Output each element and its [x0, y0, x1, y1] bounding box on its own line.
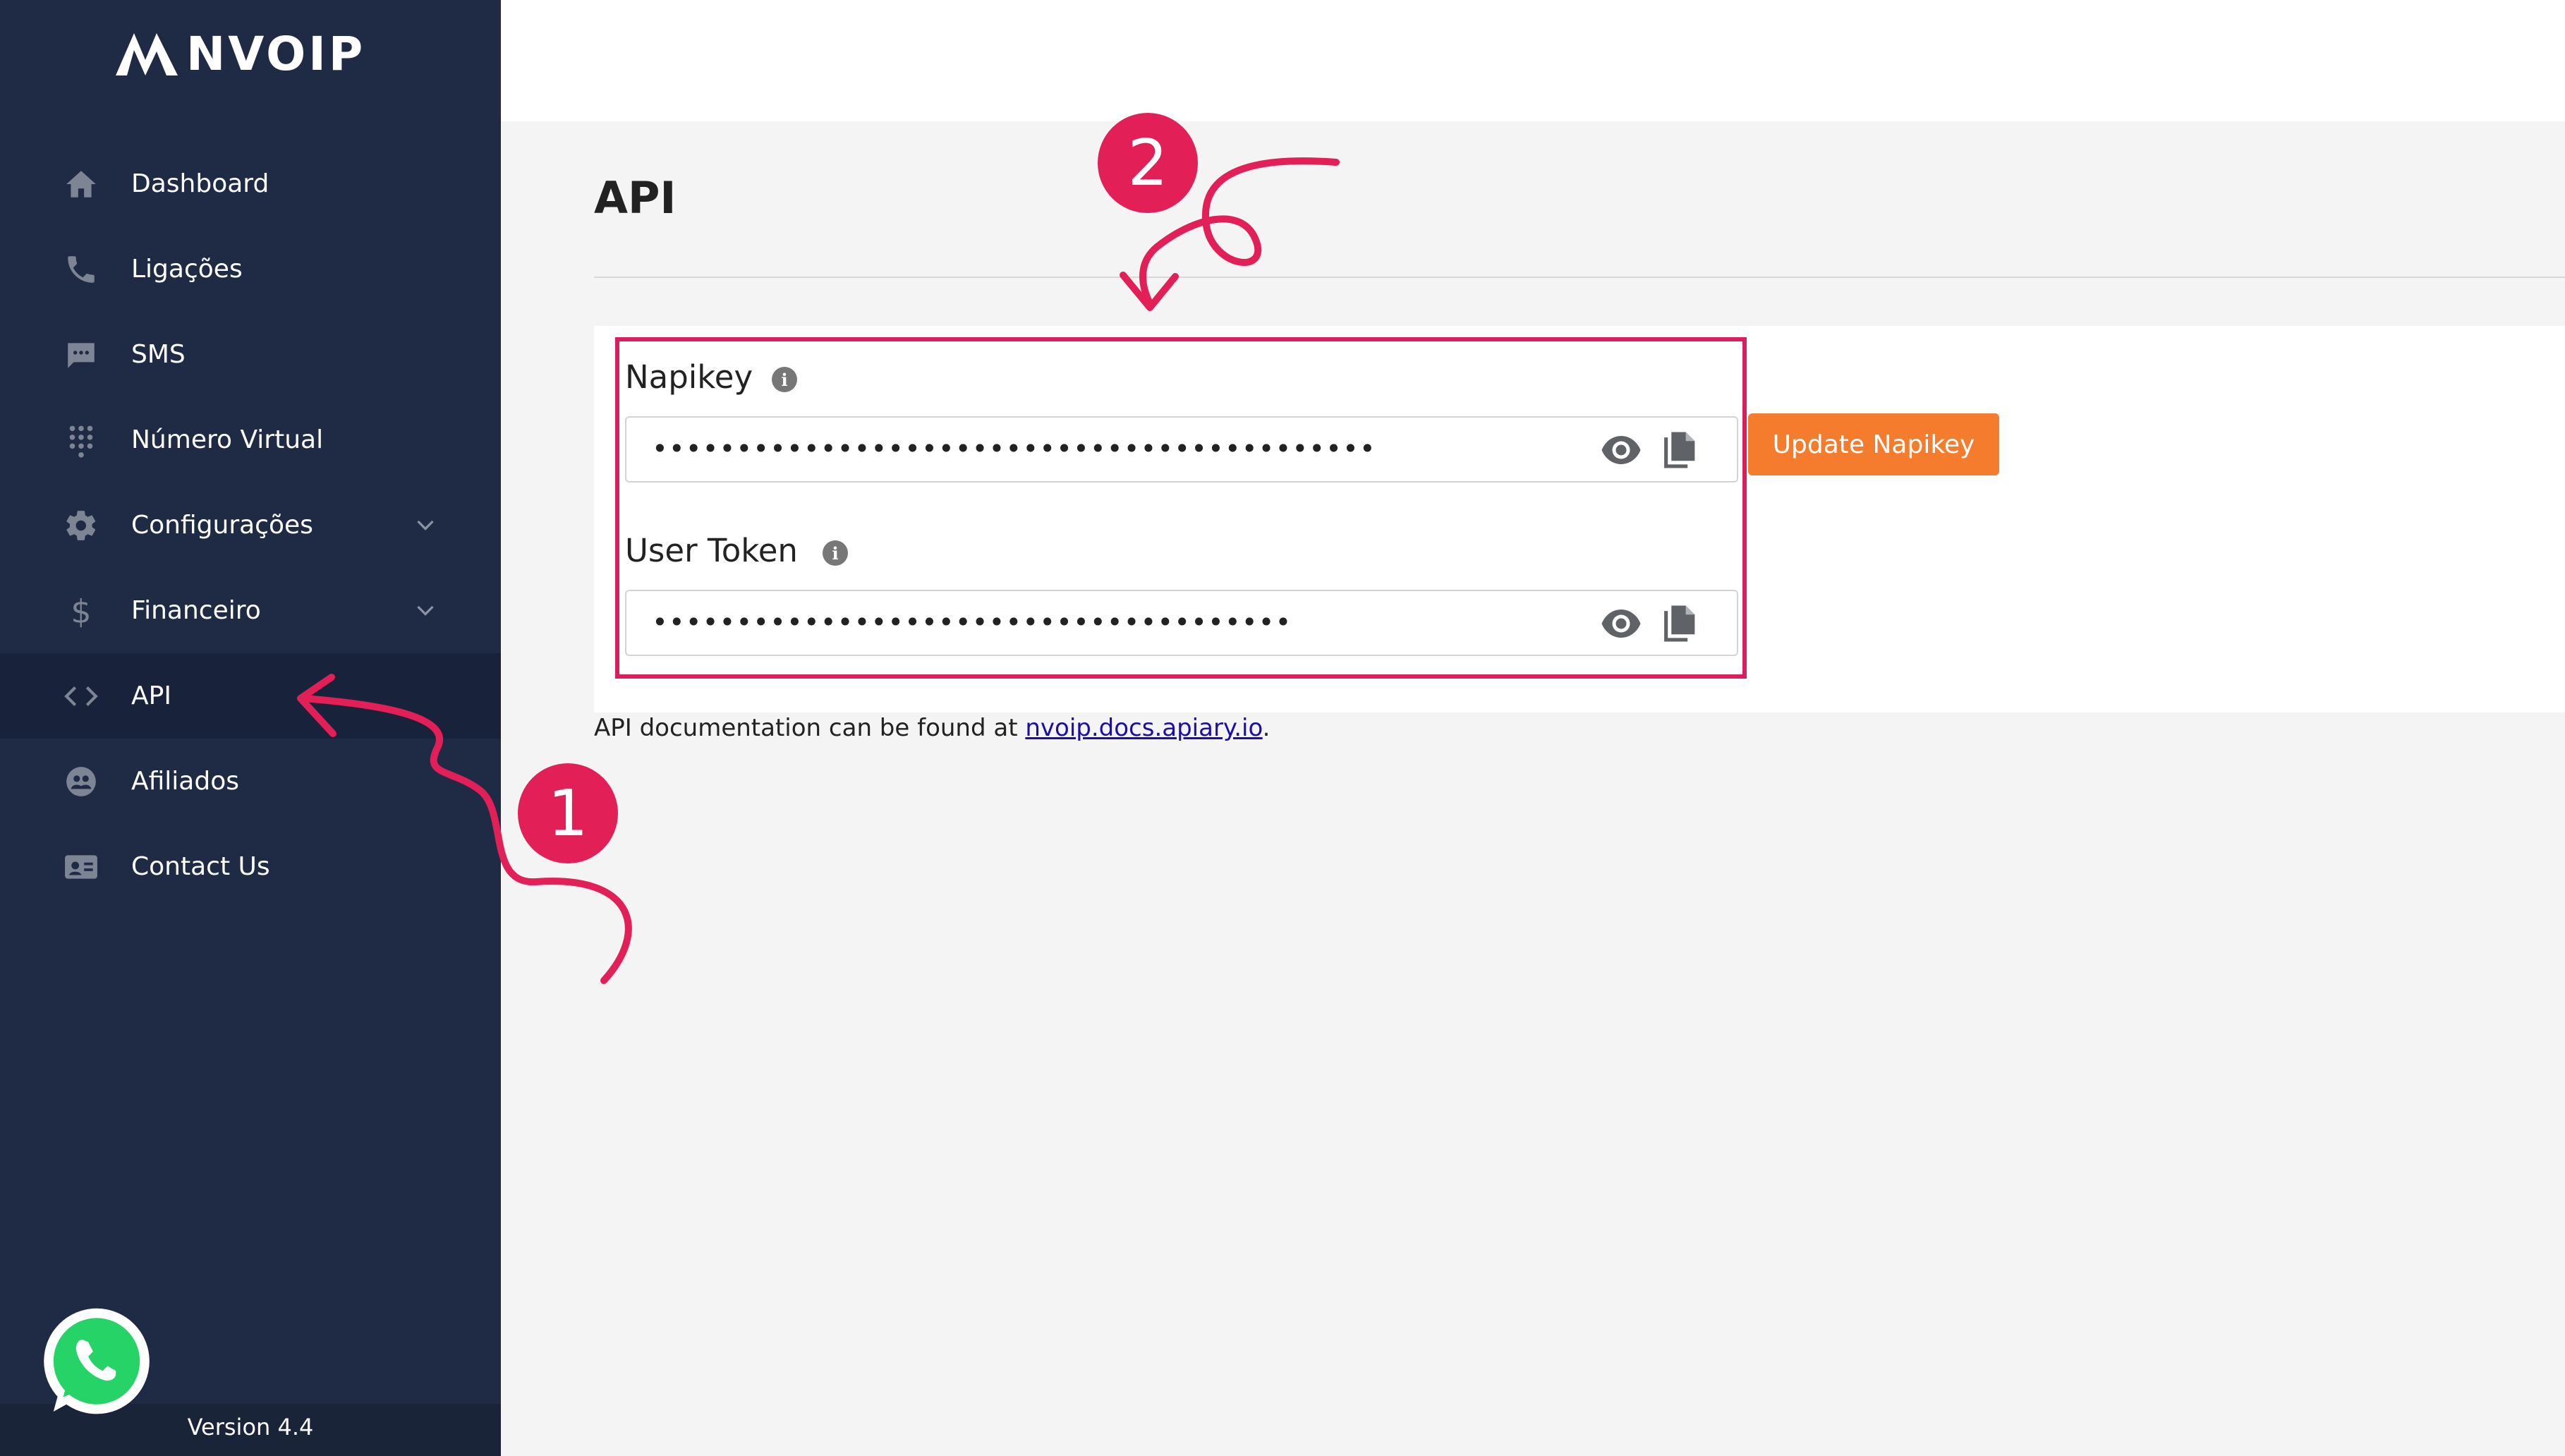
annotation-badge-2: 2	[1098, 113, 1198, 213]
show-napikey-eye-icon[interactable]	[1600, 433, 1642, 467]
napikey-masked-value: ••••••••••••••••••••••••••••••••••••••••…	[652, 433, 1376, 464]
sidebar-item-numero-virtual[interactable]: Número Virtual	[0, 397, 501, 483]
user-token-label: User Token	[625, 532, 798, 569]
chevron-down-icon[interactable]	[408, 593, 443, 629]
napikey-field[interactable]: ••••••••••••••••••••••••••••••••••••••••…	[625, 416, 1738, 483]
chevron-down-icon[interactable]	[408, 508, 443, 543]
home-icon	[62, 165, 100, 203]
user-token-field[interactable]: ••••••••••••••••••••••••••••••••••••••	[625, 590, 1738, 656]
napikey-info-icon[interactable]: i	[772, 367, 797, 392]
copy-napikey-icon[interactable]	[1662, 430, 1699, 470]
affiliates-icon	[62, 763, 100, 801]
annotation-badge-1: 1	[518, 763, 618, 863]
sidebar-item-label: SMS	[131, 340, 186, 369]
update-napikey-button[interactable]: Update Napikey	[1748, 413, 1999, 475]
napikey-label: Napikey	[625, 358, 753, 396]
sidebar-item-contact-us[interactable]: Contact Us	[0, 824, 501, 909]
sidebar-item-sms[interactable]: SMS	[0, 312, 501, 397]
api-documentation-note: API documentation can be found at nvoip.…	[594, 714, 1270, 742]
logo-text: NVOIP	[186, 26, 366, 81]
code-icon	[62, 677, 100, 715]
page-title: API	[594, 172, 677, 224]
nvoip-logo[interactable]: NVOIP	[113, 25, 395, 82]
sidebar-item-label: Configurações	[131, 511, 313, 540]
phone-icon	[62, 250, 100, 289]
title-divider	[594, 277, 2565, 278]
nvoip-logo-icon	[116, 33, 178, 75]
sidebar-item-label: Número Virtual	[131, 425, 324, 454]
dollar-icon: $	[62, 592, 100, 630]
annotation-arrow-2-head	[1120, 272, 1179, 311]
copy-user-token-icon[interactable]	[1662, 604, 1699, 643]
api-docs-link[interactable]: nvoip.docs.apiary.io	[1025, 714, 1262, 742]
sidebar-item-configuracoes[interactable]: Configurações	[0, 483, 501, 568]
top-bar	[501, 0, 2565, 121]
svg-text:$: $	[71, 593, 91, 629]
sidebar-item-label: API	[131, 681, 171, 710]
doc-suffix: .	[1262, 714, 1271, 742]
sidebar-item-afiliados[interactable]: Afiliados	[0, 739, 501, 824]
sidebar: NVOIP Dashboard Ligações SMS Número Virt…	[0, 0, 501, 1456]
chat-icon	[62, 336, 100, 374]
doc-prefix: API documentation can be found at	[594, 714, 1026, 742]
sidebar-item-label: Afiliados	[131, 767, 239, 796]
sidebar-item-label: Contact Us	[131, 852, 270, 881]
whatsapp-icon[interactable]	[37, 1304, 157, 1424]
show-user-token-eye-icon[interactable]	[1600, 607, 1642, 641]
sidebar-item-financeiro[interactable]: $ Financeiro	[0, 568, 501, 653]
sidebar-item-label: Ligações	[131, 255, 243, 284]
sidebar-item-label: Dashboard	[131, 169, 269, 198]
sidebar-item-api[interactable]: API	[0, 653, 501, 739]
sidebar-item-dashboard[interactable]: Dashboard	[0, 141, 501, 226]
sidebar-item-ligacoes[interactable]: Ligações	[0, 226, 501, 312]
gear-icon	[62, 506, 100, 545]
user-token-masked-value: ••••••••••••••••••••••••••••••••••••••	[652, 607, 1292, 638]
sidebar-item-label: Financeiro	[131, 596, 261, 625]
contact-card-icon	[62, 848, 100, 886]
dialpad-icon	[62, 421, 100, 459]
user-token-info-icon[interactable]: i	[823, 540, 848, 566]
